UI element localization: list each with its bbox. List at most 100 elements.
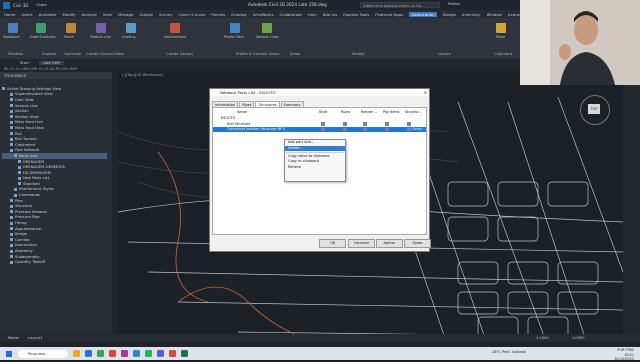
data-shortcuts-button[interactable]: Data Shortcuts [30, 35, 55, 39]
header-rules[interactable]: Rules [341, 110, 350, 114]
units-readout[interactable]: 1.0000 [572, 336, 585, 340]
autocad-icon[interactable] [121, 350, 128, 357]
menu-tab-express-tools[interactable]: Express Tools [343, 12, 369, 17]
pay-items-icon[interactable] [385, 122, 389, 126]
menu-tab-window[interactable]: Window [487, 12, 502, 17]
menu-tab-analyze[interactable]: Analyze [81, 12, 96, 17]
viewport-controls[interactable]: [-][Top][2D Wireframe] [122, 73, 163, 77]
render-icon[interactable] [363, 127, 367, 132]
search-input[interactable]: Digite uma palavra-chave ou fra... [360, 2, 440, 8]
structure-icon[interactable] [407, 122, 411, 126]
context-menu-item[interactable]: Refresh [285, 165, 345, 171]
menu-tab-add-ins[interactable]: Add-ins [323, 12, 338, 17]
teams-icon[interactable] [157, 350, 164, 357]
menu-tab-modify[interactable]: Modify [62, 12, 75, 17]
menu-tab-featured-apps[interactable]: Featured Apps [375, 12, 403, 17]
whatsapp-icon[interactable] [97, 350, 104, 357]
tab-layout1[interactable]: Layout1 [28, 336, 43, 340]
menu-tab-view[interactable]: View [103, 12, 112, 17]
menu-tab-annotate[interactable]: Annotate [39, 12, 57, 17]
feature-line-icon[interactable] [96, 23, 106, 33]
menu-tab-survey[interactable]: Survey [159, 12, 173, 17]
input-language[interactable]: POR PTB2 [614, 348, 634, 353]
intersections-icon[interactable] [170, 23, 180, 33]
menu-tab-manage[interactable]: Manage [118, 12, 133, 17]
navigation-bar[interactable] [623, 72, 640, 347]
menu-tab-infraworks[interactable]: InfraWorks [253, 12, 274, 17]
menu-tab-home[interactable]: Home [4, 12, 16, 17]
taskbar-search[interactable]: Pesquisar [18, 349, 68, 358]
panel-optimize[interactable]: Optimize [64, 51, 81, 56]
profile-view-icon[interactable] [230, 23, 240, 33]
panel-palettes[interactable]: Palettes [8, 51, 23, 56]
annotation-scale[interactable]: 1:1000 [536, 336, 549, 340]
menu-tab-collaborate[interactable]: Collaborate [279, 12, 301, 17]
grading-button[interactable]: Grading [122, 35, 136, 39]
parcel-button[interactable]: Parcel [64, 35, 74, 39]
context-menu-item[interactable]: Delete... [285, 145, 345, 152]
tab-model[interactable]: Model [8, 336, 19, 340]
file-explorer-icon[interactable] [73, 350, 80, 357]
grid-row[interactable]: Cylindrical Junction Structure NF S Concr… [213, 127, 426, 132]
panel-create-design[interactable]: Create Design [166, 51, 193, 56]
paste-icon[interactable] [496, 23, 506, 33]
clock-date[interactable]: 31/10/2023 [614, 357, 634, 362]
menu-tab-design[interactable]: Design [443, 12, 456, 17]
ok-button[interactable]: OK [319, 239, 346, 248]
close-icon[interactable]: ✕ [424, 89, 427, 96]
menu-tab-lines-curves[interactable]: Lines+Curves [179, 12, 206, 17]
header-render[interactable]: Render ... [361, 110, 377, 114]
intersections-button[interactable]: Intersections [164, 35, 186, 39]
rules-icon[interactable] [343, 127, 347, 132]
grid-row[interactable]: ESGOTO [213, 116, 426, 121]
help-button[interactable]: Ajuda [404, 239, 431, 248]
civil3d-taskbar-icon[interactable] [133, 350, 140, 357]
cancel-button[interactable]: Cancelar [348, 239, 375, 248]
menu-tab-parcels[interactable]: Parcels [211, 12, 225, 17]
excel-icon[interactable] [181, 350, 188, 357]
toolspace-button[interactable]: Toolspace [3, 35, 20, 39]
civil3d-logo-icon[interactable] [3, 1, 10, 9]
render-icon[interactable] [363, 122, 367, 126]
data-shortcuts-icon[interactable] [36, 23, 46, 33]
menu-tab-grading[interactable]: Grading [231, 12, 247, 17]
grading-icon[interactable] [126, 23, 136, 33]
chrome-icon[interactable] [109, 350, 116, 357]
pay-items-icon[interactable] [385, 127, 389, 132]
share-button[interactable]: Share [36, 3, 46, 7]
viewcube-top[interactable]: TOP [588, 104, 600, 114]
windows-start-icon[interactable] [6, 350, 12, 357]
tab-start[interactable]: Start [20, 61, 29, 65]
menu-tab-output[interactable]: Output [139, 12, 153, 17]
menu-tab-help[interactable]: Help [308, 12, 317, 17]
panel-create-ground-data[interactable]: Create Ground Data [86, 51, 124, 56]
profile-view-button[interactable]: Profile View [224, 35, 244, 39]
style-icon[interactable] [321, 127, 325, 132]
user-account[interactable]: Rafael [448, 1, 460, 6]
sample-lines-button[interactable]: Sample Lines [256, 35, 279, 39]
panel-profile-section-views[interactable]: Profile & Section Views [236, 51, 279, 56]
rules-icon[interactable] [343, 122, 347, 126]
panel-draw[interactable]: Draw [290, 51, 300, 56]
parcel-icon[interactable] [66, 23, 76, 33]
feature-line-button[interactable]: Feature Line [90, 35, 111, 39]
edge-icon[interactable] [85, 350, 92, 357]
spotify-icon[interactable] [145, 350, 152, 357]
panel-modify[interactable]: Modify [352, 51, 365, 56]
panel-clipboard[interactable]: Clipboard [494, 51, 512, 56]
toolspace-icon[interactable] [8, 23, 18, 33]
header-name[interactable]: Name [237, 110, 247, 114]
style-icon[interactable] [321, 122, 325, 126]
menu-tab-insert[interactable]: Insert [22, 12, 33, 17]
menu-tab-geolocation[interactable]: Geolocation [409, 11, 437, 17]
structure-icon[interactable] [407, 127, 411, 132]
paste-button[interactable]: Paste [496, 35, 505, 39]
weather-widget[interactable]: 26°C Pred. nublado [492, 350, 526, 354]
header-style[interactable]: Style [319, 110, 328, 114]
powerpoint-icon[interactable] [169, 350, 176, 357]
panel-layers[interactable]: Layers [438, 51, 451, 56]
grid-row[interactable]: Null Structure [213, 122, 426, 127]
header-structure[interactable]: Structur... [405, 110, 422, 114]
menu-tab-inventory[interactable]: Inventory [462, 12, 481, 17]
panel-explore[interactable]: Explore [42, 51, 56, 56]
